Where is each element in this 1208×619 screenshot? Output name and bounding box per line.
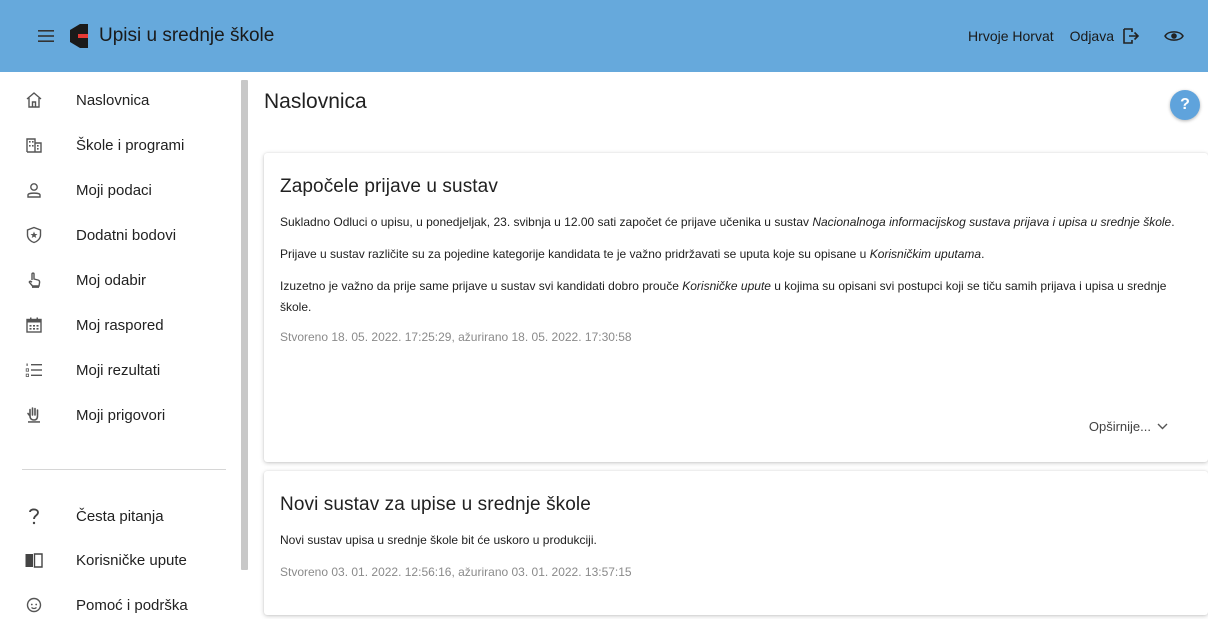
sidebar-item-moj-raspored[interactable]: Moj raspored — [0, 303, 240, 347]
main-content: Naslovnica ? Započele prijave u sustav S… — [250, 72, 1208, 619]
sidebar-item-label: Moji rezultati — [76, 361, 161, 379]
sidebar-item-moji-rezultati[interactable]: Moji rezultati — [0, 348, 240, 392]
sidebar-item-pomoc-i-podrska[interactable]: Pomoć i podrška — [0, 583, 240, 619]
star-shield-icon — [24, 225, 44, 245]
logout-button[interactable]: Odjava — [1070, 27, 1140, 45]
book-icon — [24, 550, 44, 570]
news-card-paragraph: Novi sustav upisa u srednje škole bit će… — [280, 533, 597, 547]
sidebar-item-naslovnica[interactable]: Naslovnica — [0, 78, 240, 122]
news-card-timestamp: Stvoreno 18. 05. 2022. 17:25:29, ažurira… — [280, 330, 632, 344]
app-logo — [68, 22, 90, 50]
sidebar-item-moji-podaci[interactable]: Moji podaci — [0, 168, 240, 212]
sidebar-item-skole-i-programi[interactable]: Škole i programi — [0, 123, 240, 167]
news-card-timestamp: Stvoreno 03. 01. 2022. 12:56:16, ažurira… — [280, 565, 632, 579]
help-button[interactable]: ? — [1170, 90, 1200, 120]
logout-label: Odjava — [1069, 28, 1114, 44]
sidebar-item-cesta-pitanja[interactable]: Česta pitanja — [0, 494, 240, 538]
read-more-button[interactable]: Opširnije... — [1089, 419, 1168, 434]
logout-icon — [1123, 28, 1140, 44]
eye-icon[interactable] — [1162, 24, 1186, 48]
sidebar-divider — [22, 469, 226, 470]
scrollbar-up-arrow[interactable] — [242, 72, 247, 84]
sidebar: Naslovnica Škole i programi Moji podaci … — [0, 72, 250, 619]
person-icon — [24, 180, 44, 200]
sidebar-item-moji-prigovori[interactable]: Moji prigovori — [0, 393, 240, 437]
sidebar-item-moj-odabir[interactable]: Moj odabir — [0, 258, 240, 302]
news-card-paragraph: Izuzetno je važno da prije same prijave … — [280, 279, 1167, 314]
sidebar-item-label: Pomoć i podrška — [76, 596, 188, 614]
news-card-title: Novi sustav za upise u srednje škole — [280, 494, 591, 515]
sidebar-item-label: Naslovnica — [76, 91, 150, 109]
sidebar-item-korisnicke-upute[interactable]: Korisničke upute — [0, 538, 240, 582]
app-title[interactable]: Upisi u srednje škole — [99, 25, 274, 47]
hand-pointer-icon — [24, 270, 44, 290]
question-icon — [24, 506, 44, 526]
building-icon — [24, 135, 44, 155]
sidebar-item-label: Česta pitanja — [76, 507, 164, 525]
calendar-icon — [24, 315, 44, 335]
sidebar-item-label: Dodatni bodovi — [76, 226, 177, 244]
read-more-label: Opširnije... — [1088, 419, 1151, 434]
news-card-paragraph: Sukladno Odluci o upisu, u ponedjeljak, … — [280, 215, 1175, 229]
home-icon — [24, 90, 44, 110]
news-card-title: Započele prijave u sustav — [280, 176, 498, 197]
app-header: Upisi u srednje škole Hrvoje Horvat Odja… — [0, 0, 1208, 72]
news-card: Započele prijave u sustav Sukladno Odluc… — [264, 153, 1208, 462]
sidebar-item-label: Škole i programi — [76, 136, 185, 154]
sidebar-item-label: Moj odabir — [76, 271, 147, 289]
chevron-down-icon — [1157, 423, 1168, 430]
user-name[interactable]: Hrvoje Horvat — [968, 28, 1054, 44]
sidebar-item-label: Moji podaci — [76, 181, 152, 199]
news-card: Novi sustav za upise u srednje škole Nov… — [264, 471, 1208, 615]
support-icon — [24, 595, 44, 615]
sidebar-item-dodatni-bodovi[interactable]: Dodatni bodovi — [0, 213, 240, 257]
news-card-paragraph: Prijave u sustav različite su za pojedin… — [280, 247, 985, 261]
sidebar-item-label: Moj raspored — [76, 316, 164, 334]
hamburger-menu-icon[interactable] — [32, 22, 60, 50]
sidebar-item-label: Moji prigovori — [76, 406, 166, 424]
sidebar-item-label: Korisničke upute — [76, 551, 187, 569]
sidebar-scrollbar[interactable] — [241, 80, 248, 570]
list-icon — [24, 360, 44, 380]
raised-hand-icon — [24, 405, 44, 425]
page-title: Naslovnica — [264, 90, 367, 113]
